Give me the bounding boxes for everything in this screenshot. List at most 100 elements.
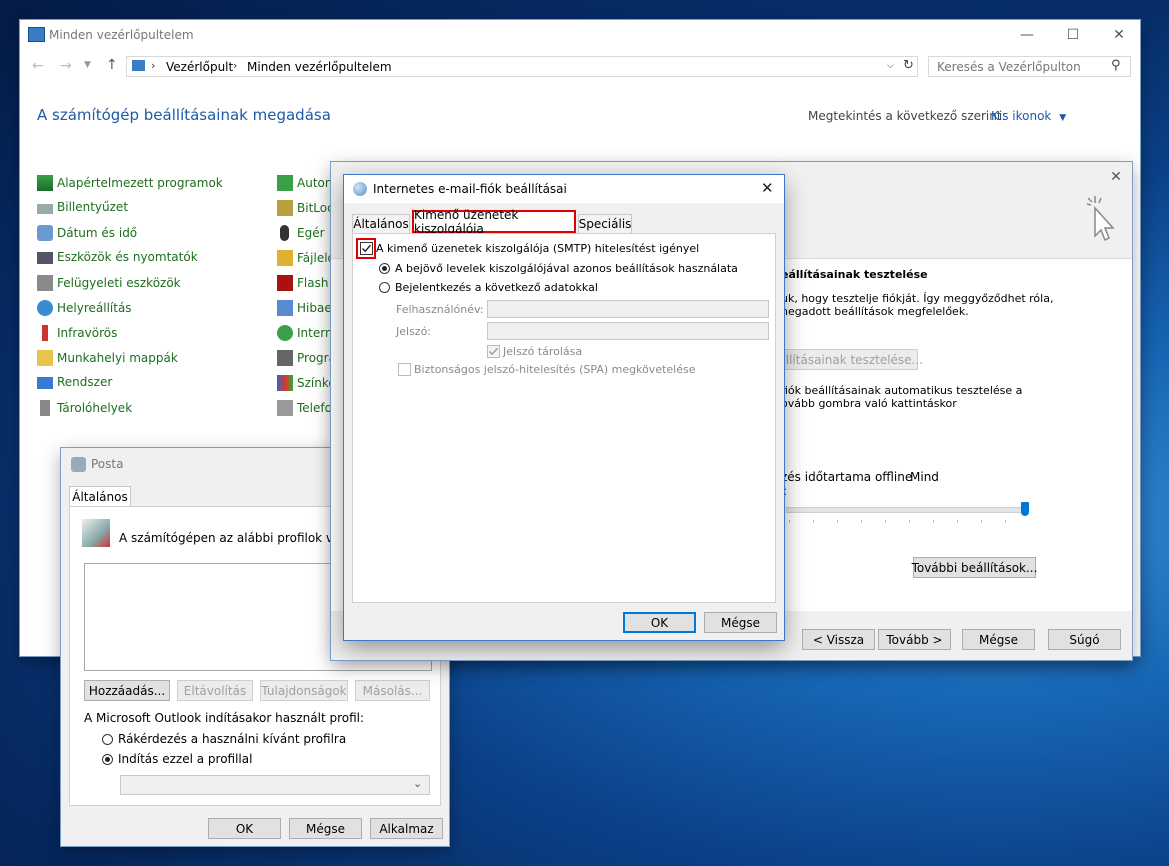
radio-label: Indítás ezzel a profillal <box>118 752 253 766</box>
cp-item-devices-printers[interactable]: Eszközök és nyomtatók <box>37 250 198 264</box>
default-programs-icon <box>37 175 53 191</box>
button-label: Mégse <box>979 632 1018 647</box>
wizard-help-button[interactable]: Súgó <box>1048 629 1121 650</box>
same-settings-radio[interactable]: A bejövő levelek kiszolgálójával azonos … <box>379 262 738 275</box>
button-label: eállításainak tesztelése... <box>771 352 923 367</box>
remember-password-checkbox[interactable]: Jelszó tárolása <box>487 345 582 358</box>
mail-ok-button[interactable]: OK <box>208 818 281 839</box>
add-profile-button[interactable]: Hozzáadás... <box>84 680 170 701</box>
wizard-back-button[interactable]: < Vissza <box>802 629 875 650</box>
breadcrumb-item-all-items[interactable]: Minden vezérlőpultelem <box>247 60 392 74</box>
close-button[interactable]: ✕ <box>1096 20 1142 50</box>
wizard-cancel-button[interactable]: Mégse <box>962 629 1035 650</box>
test-settings-button[interactable]: eállításainak tesztelése... <box>771 349 923 370</box>
email-cancel-button[interactable]: Mégse <box>704 612 777 633</box>
offline-duration-label: zés időtartama offline <box>781 470 913 484</box>
address-dropdown-icon[interactable]: ⌵ <box>887 61 894 71</box>
view-by-dropdown[interactable]: Kis ikonok ▼ <box>991 109 1066 123</box>
cp-item-label: Fájleló <box>297 251 335 265</box>
cp-item-col2-bitlocker[interactable]: BitLoc <box>277 200 334 216</box>
cp-item-label: Alapértelmezett programok <box>57 176 223 190</box>
tab-label: Általános <box>72 490 128 504</box>
cp-item-col2-troubleshoot[interactable]: Hibael <box>277 300 335 316</box>
breadcrumb-item-control-panel[interactable]: Vezérlőpult <box>166 60 233 74</box>
cp-item-default-programs[interactable]: Alapértelmezett programok <box>37 175 223 191</box>
mail-apply-button[interactable]: Alkalmaz <box>370 818 443 839</box>
address-bar[interactable]: › Vezérlőpult › Minden vezérlőpultelem ⌵… <box>126 56 918 77</box>
remove-profile-button[interactable]: Eltávolítás <box>177 680 253 701</box>
button-label: OK <box>650 615 669 630</box>
login-with-radio[interactable]: Bejelentkezés a következő adatokkal <box>379 281 598 294</box>
radio-label: Rákérdezés a használni kívánt profilra <box>118 732 347 746</box>
control-panel-titlebar: Minden vezérlőpultelem — ☐ ✕ <box>20 20 1140 50</box>
forward-arrow-icon[interactable]: → <box>60 58 72 74</box>
cp-item-label: Dátum és idő <box>57 226 138 240</box>
slider-thumb[interactable] <box>1021 502 1029 516</box>
up-arrow-icon[interactable]: ↑ <box>106 57 118 73</box>
cp-item-admin-tools[interactable]: Felügyeleti eszközök <box>37 275 181 291</box>
tab-label: Kimenő üzenetek kiszolgálója <box>414 207 519 236</box>
maximize-button[interactable]: ☐ <box>1050 20 1096 50</box>
cp-item-col2-mouse[interactable]: Egér <box>277 225 325 241</box>
cp-item-col2-color[interactable]: Színke <box>277 375 336 391</box>
cp-item-label: Helyreállítás <box>57 301 132 315</box>
email-dialog-titlebar: Internetes e-mail-fiók beállításai ✕ <box>344 175 784 203</box>
wizard-next-button[interactable]: Tovább > <box>878 629 951 650</box>
tab-advanced[interactable]: Speciális <box>578 214 632 233</box>
checkbox-label: Biztonságos jelszó-hitelesítés (SPA) meg… <box>414 363 696 376</box>
button-label: Mégse <box>306 821 345 836</box>
search-input[interactable]: Keresés a Vezérlőpulton <box>937 60 1081 74</box>
username-field[interactable] <box>487 300 769 318</box>
cp-item-work-folders[interactable]: Munkahelyi mappák <box>37 350 178 366</box>
mail-cancel-button[interactable]: Mégse <box>289 818 362 839</box>
cp-item-date-time[interactable]: Dátum és idő <box>37 225 137 241</box>
view-by-value: Kis ikonok <box>991 109 1052 123</box>
cp-item-infrared[interactable]: Infravörös <box>37 325 117 341</box>
cp-item-storage-spaces[interactable]: Tárolóhelyek <box>37 400 132 416</box>
password-field[interactable] <box>487 322 769 340</box>
tab-general[interactable]: Általános <box>352 214 410 233</box>
button-label: Mégse <box>721 615 760 630</box>
copy-profile-button[interactable]: Másolás... <box>355 680 430 701</box>
email-dialog-title: Internetes e-mail-fiók beállításai <box>373 182 567 196</box>
wizard-close-button[interactable]: ✕ <box>1101 162 1131 192</box>
checkbox-label: A kimenő üzenetek kiszolgálója (SMTP) hi… <box>376 242 700 255</box>
offline-duration-value: Mind <box>910 470 939 484</box>
tab-outgoing-server[interactable]: Kimenő üzenetek kiszolgálója <box>412 207 576 236</box>
search-box[interactable]: Keresés a Vezérlőpulton ⚲ <box>928 56 1131 77</box>
username-label: Felhasználónév: <box>396 303 484 316</box>
email-ok-button[interactable]: OK <box>623 612 696 633</box>
cp-item-label: BitLoc <box>297 201 334 215</box>
button-label: Hozzáadás... <box>88 683 166 698</box>
email-dialog-close-icon[interactable]: ✕ <box>761 179 774 197</box>
radio-on <box>379 263 390 274</box>
button-label: További beállítások... <box>911 560 1038 575</box>
smtp-auth-checkbox[interactable]: A kimenő üzenetek kiszolgálója (SMTP) hi… <box>360 242 699 255</box>
always-profile-radio[interactable]: Indítás ezzel a profillal <box>102 752 252 766</box>
cp-item-col2-autoplay[interactable]: Autom <box>277 175 337 191</box>
cp-item-keyboard[interactable]: Billentyűzet <box>37 200 128 214</box>
refresh-icon[interactable]: ↻ <box>903 58 914 73</box>
password-label: Jelszó: <box>396 325 432 338</box>
mail-dialog-title: Posta <box>91 457 124 471</box>
globe-mail-icon <box>353 182 367 196</box>
back-arrow-icon[interactable]: ← <box>32 58 44 74</box>
more-settings-button[interactable]: További beállítások... <box>911 557 1038 578</box>
profile-select[interactable]: ⌄ <box>120 775 430 795</box>
tab-label: Általános <box>353 217 409 231</box>
tab-general[interactable]: Általános <box>69 486 131 507</box>
system-icon <box>37 377 53 389</box>
cp-item-system[interactable]: Rendszer <box>37 375 112 389</box>
offline-slider[interactable] <box>786 502 1031 518</box>
cp-item-col2-phone[interactable]: Telefo <box>277 400 332 416</box>
spa-checkbox[interactable]: Biztonságos jelszó-hitelesítés (SPA) meg… <box>398 363 696 376</box>
prompt-profile-radio[interactable]: Rákérdezés a használni kívánt profilra <box>102 732 346 746</box>
properties-button[interactable]: Tulajdonságok <box>260 680 348 701</box>
cp-item-label: Felügyeleti eszközök <box>57 276 181 290</box>
minimize-button[interactable]: — <box>1004 20 1050 50</box>
cp-item-recovery[interactable]: Helyreállítás <box>37 300 132 316</box>
recent-chevron-icon[interactable]: ▼ <box>84 60 91 70</box>
cp-item-col2-file-history[interactable]: Fájleló <box>277 250 335 266</box>
search-icon[interactable]: ⚲ <box>1111 58 1121 73</box>
cp-item-col2-programs[interactable]: Progra <box>277 350 336 366</box>
